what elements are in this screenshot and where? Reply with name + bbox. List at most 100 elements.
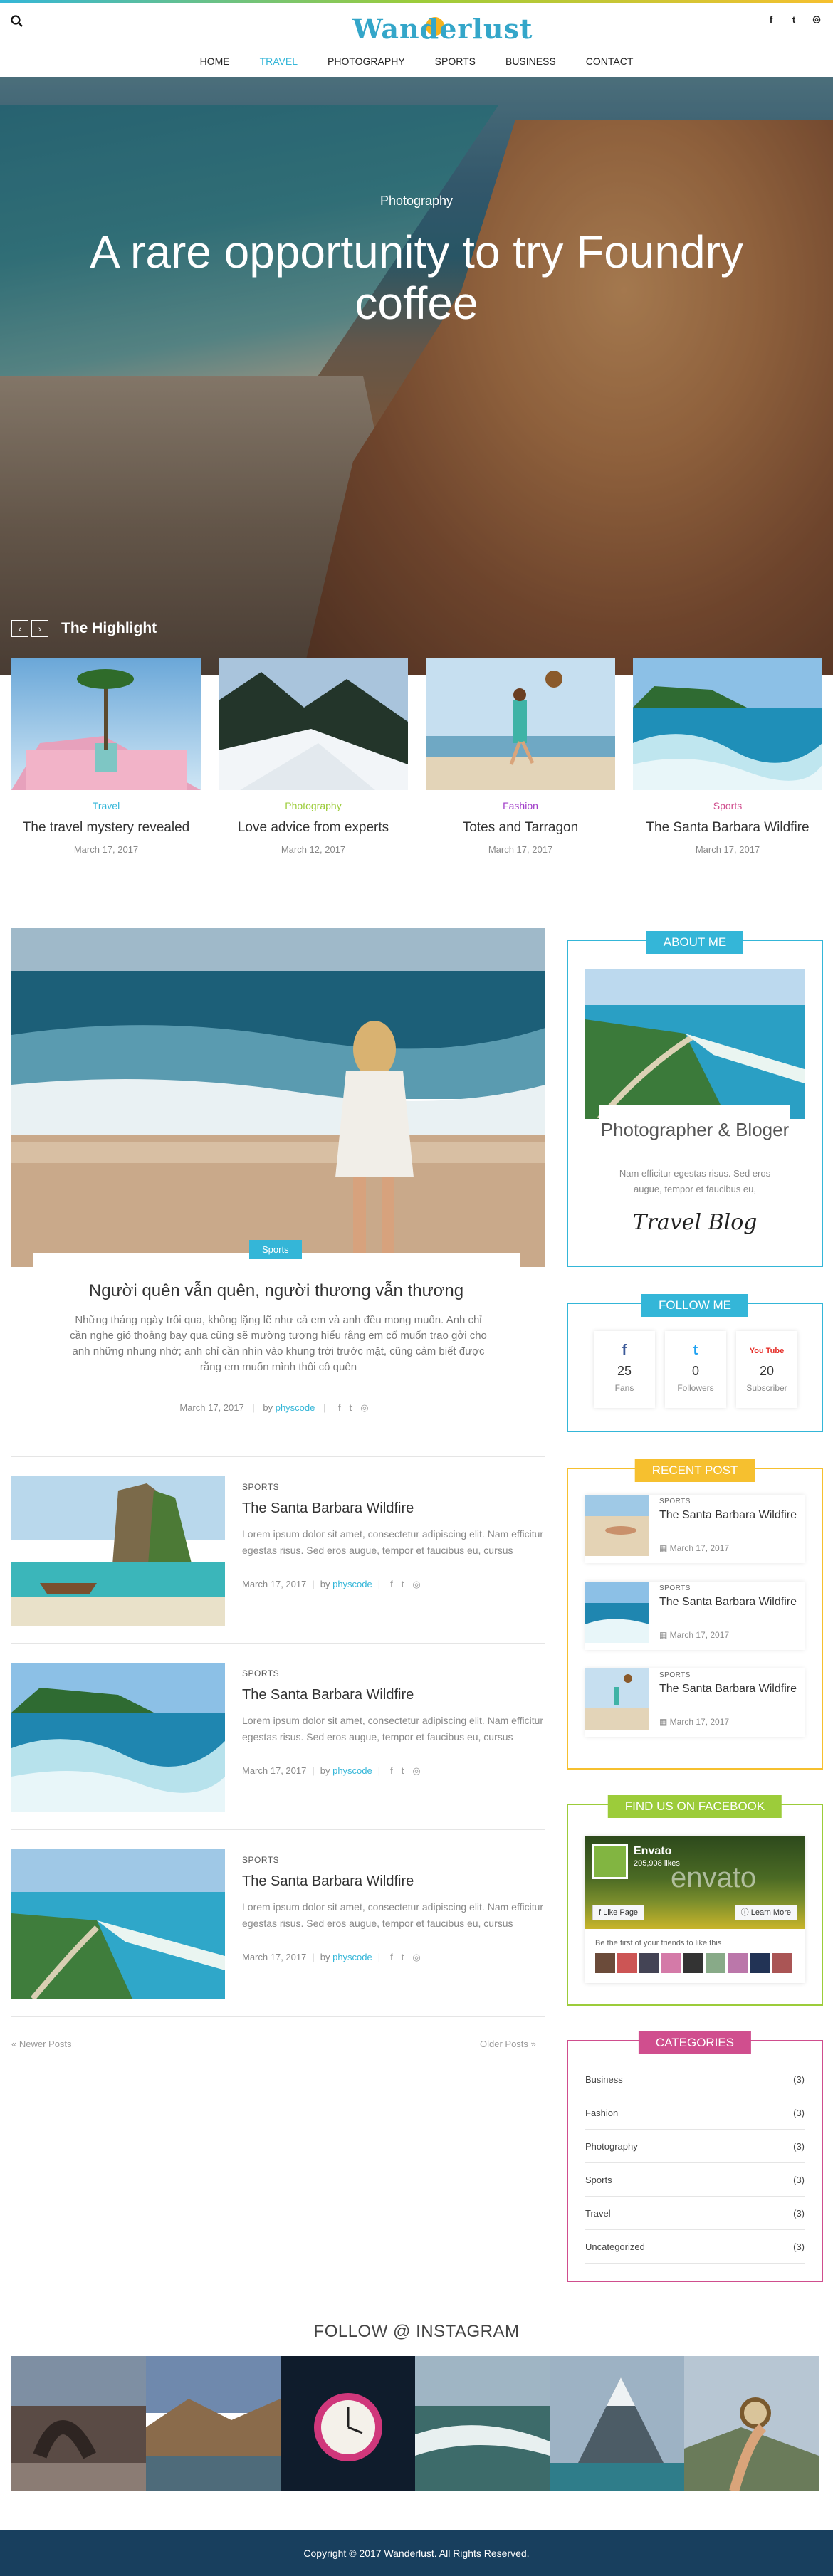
featured-post-image[interactable] — [11, 928, 545, 1267]
recent-post-title[interactable]: The Santa Barbara Wildfire — [659, 1596, 802, 1609]
nav-business[interactable]: BUSINESS — [491, 53, 571, 70]
post-thumbnail[interactable] — [11, 1663, 225, 1812]
nav-travel[interactable]: TRAVEL — [245, 53, 313, 70]
category-item[interactable]: Business (3) — [585, 2063, 805, 2096]
instagram-photo[interactable] — [281, 2356, 415, 2491]
highlight-card-category[interactable]: Sports — [633, 800, 822, 811]
twitter-icon[interactable]: t — [787, 13, 800, 26]
nav-contact[interactable]: CONTACT — [571, 53, 649, 70]
twitter-share-icon[interactable]: t — [350, 1402, 352, 1413]
instagram-photo[interactable] — [550, 2356, 684, 2491]
facebook-share-icon[interactable]: f — [390, 1765, 393, 1776]
follow-facebook[interactable]: f 25 Fans — [594, 1331, 655, 1408]
avatar[interactable] — [772, 1953, 792, 1973]
instagram-share-icon[interactable]: ◎ — [360, 1402, 368, 1413]
highlight-card[interactable]: Fashion Totes and Tarragon March 17, 201… — [426, 658, 615, 857]
facebook-share-icon[interactable]: f — [390, 1952, 393, 1962]
hero-category[interactable]: Photography — [0, 194, 833, 209]
highlight-card-category[interactable]: Fashion — [426, 800, 615, 811]
nav-sports[interactable]: SPORTS — [420, 53, 491, 70]
post-thumbnail[interactable] — [11, 1476, 225, 1626]
facebook-share-icon[interactable]: f — [338, 1402, 341, 1413]
post-author-link[interactable]: physcode — [332, 1579, 372, 1589]
facebook-page-name[interactable]: Envato — [634, 1845, 671, 1858]
highlight-card-title[interactable]: The travel mystery revealed — [11, 820, 201, 836]
instagram-photo[interactable] — [415, 2356, 550, 2491]
category-item[interactable]: Fashion (3) — [585, 2096, 805, 2130]
recent-post-item[interactable]: SPORTS The Santa Barbara Wildfire ▦ Marc… — [585, 1668, 805, 1737]
facebook-like-button[interactable]: f Like Page — [592, 1905, 645, 1920]
twitter-share-icon[interactable]: t — [402, 1952, 404, 1962]
instagram-photo[interactable] — [146, 2356, 281, 2491]
older-posts-link[interactable]: Older Posts » — [480, 2039, 536, 2049]
avatar[interactable] — [639, 1953, 659, 1973]
category-item[interactable]: Travel (3) — [585, 2197, 805, 2230]
highlight-card-title[interactable]: Love advice from experts — [219, 820, 408, 836]
newer-posts-link[interactable]: « Newer Posts — [11, 2039, 72, 2049]
category-item[interactable]: Photography (3) — [585, 2130, 805, 2163]
highlight-card-image[interactable] — [426, 658, 615, 790]
envato-logo-icon[interactable] — [592, 1844, 628, 1879]
category-item[interactable]: Uncategorized (3) — [585, 2230, 805, 2264]
facebook-share-icon[interactable]: f — [390, 1579, 393, 1589]
post-author-link[interactable]: physcode — [276, 1402, 315, 1413]
site-logo[interactable]: Wanderlust — [352, 13, 532, 48]
instagram-photo[interactable] — [684, 2356, 819, 2491]
highlight-card-image[interactable] — [219, 658, 408, 790]
twitter-share-icon[interactable]: t — [402, 1579, 404, 1589]
highlight-card[interactable]: Sports The Santa Barbara Wildfire March … — [633, 658, 822, 857]
post-title[interactable]: The Santa Barbara Wildfire — [242, 1500, 414, 1517]
instagram-icon[interactable]: ◎ — [810, 13, 823, 26]
highlight-card[interactable]: Photography Love advice from experts Mar… — [219, 658, 408, 857]
recent-post-item[interactable]: SPORTS The Santa Barbara Wildfire ▦ Marc… — [585, 1495, 805, 1563]
highlight-card-image[interactable] — [11, 658, 201, 790]
follow-youtube[interactable]: You Tube 20 Subscriber — [736, 1331, 797, 1408]
avatar[interactable] — [617, 1953, 637, 1973]
post-category[interactable]: SPORTS — [242, 1668, 279, 1678]
category-item[interactable]: Sports (3) — [585, 2163, 805, 2197]
avatar[interactable] — [661, 1953, 681, 1973]
search-icon[interactable] — [10, 14, 24, 28]
post-author-link[interactable]: physcode — [332, 1765, 372, 1776]
recent-post-title[interactable]: The Santa Barbara Wildfire — [659, 1509, 802, 1522]
recent-post-thumbnail[interactable] — [585, 1582, 649, 1643]
avatar[interactable] — [595, 1953, 615, 1973]
avatar[interactable] — [683, 1953, 703, 1973]
facebook-icon[interactable]: f — [765, 13, 777, 26]
highlight-card-image[interactable] — [633, 658, 822, 790]
instagram-photo[interactable] — [11, 2356, 146, 2491]
highlight-card-title[interactable]: The Santa Barbara Wildfire — [633, 820, 822, 836]
facebook-learn-more-button[interactable]: ⓘ Learn More — [734, 1905, 797, 1920]
post-title[interactable]: The Santa Barbara Wildfire — [242, 1873, 414, 1890]
recent-post-title[interactable]: The Santa Barbara Wildfire — [659, 1683, 802, 1696]
post-category[interactable]: SPORTS — [242, 1482, 279, 1492]
instagram-share-icon[interactable]: ◎ — [412, 1765, 420, 1776]
nav-photography[interactable]: PHOTOGRAPHY — [313, 53, 420, 70]
featured-post-title[interactable]: Người quên vẫn quên, người thương vẫn th… — [33, 1281, 520, 1301]
avatar[interactable] — [706, 1953, 725, 1973]
follow-twitter[interactable]: t 0 Followers — [665, 1331, 726, 1408]
instagram-share-icon[interactable]: ◎ — [412, 1579, 420, 1589]
post-thumbnail[interactable] — [11, 1849, 225, 1999]
instagram-share-icon[interactable]: ◎ — [412, 1952, 420, 1962]
highlight-card-category[interactable]: Travel — [11, 800, 201, 811]
highlight-card-category[interactable]: Photography — [219, 800, 408, 811]
recent-post-thumbnail[interactable] — [585, 1668, 649, 1730]
highlight-card-title[interactable]: Totes and Tarragon — [426, 820, 615, 836]
recent-post-item[interactable]: SPORTS The Santa Barbara Wildfire ▦ Marc… — [585, 1582, 805, 1650]
post-author-link[interactable]: physcode — [332, 1952, 372, 1962]
recent-post-thumbnail[interactable] — [585, 1495, 649, 1556]
avatar[interactable] — [750, 1953, 770, 1973]
twitter-share-icon[interactable]: t — [402, 1765, 404, 1776]
hero-title[interactable]: A rare opportunity to try Foundry coffee — [43, 226, 790, 329]
hero-slider[interactable] — [0, 77, 833, 675]
highlight-next-button[interactable]: › — [31, 620, 48, 637]
post-category[interactable]: SPORTS — [242, 1855, 279, 1865]
highlight-prev-button[interactable]: ‹ — [11, 620, 28, 637]
post-title[interactable]: The Santa Barbara Wildfire — [242, 1687, 414, 1703]
nav-home[interactable]: HOME — [185, 53, 245, 70]
avatar[interactable] — [728, 1953, 748, 1973]
featured-post-category-badge[interactable]: Sports — [249, 1240, 302, 1259]
facebook-page-plugin[interactable]: envato Envato 205,908 likes f Like Page … — [585, 1836, 805, 1983]
highlight-card[interactable]: Travel The travel mystery revealed March… — [11, 658, 201, 857]
